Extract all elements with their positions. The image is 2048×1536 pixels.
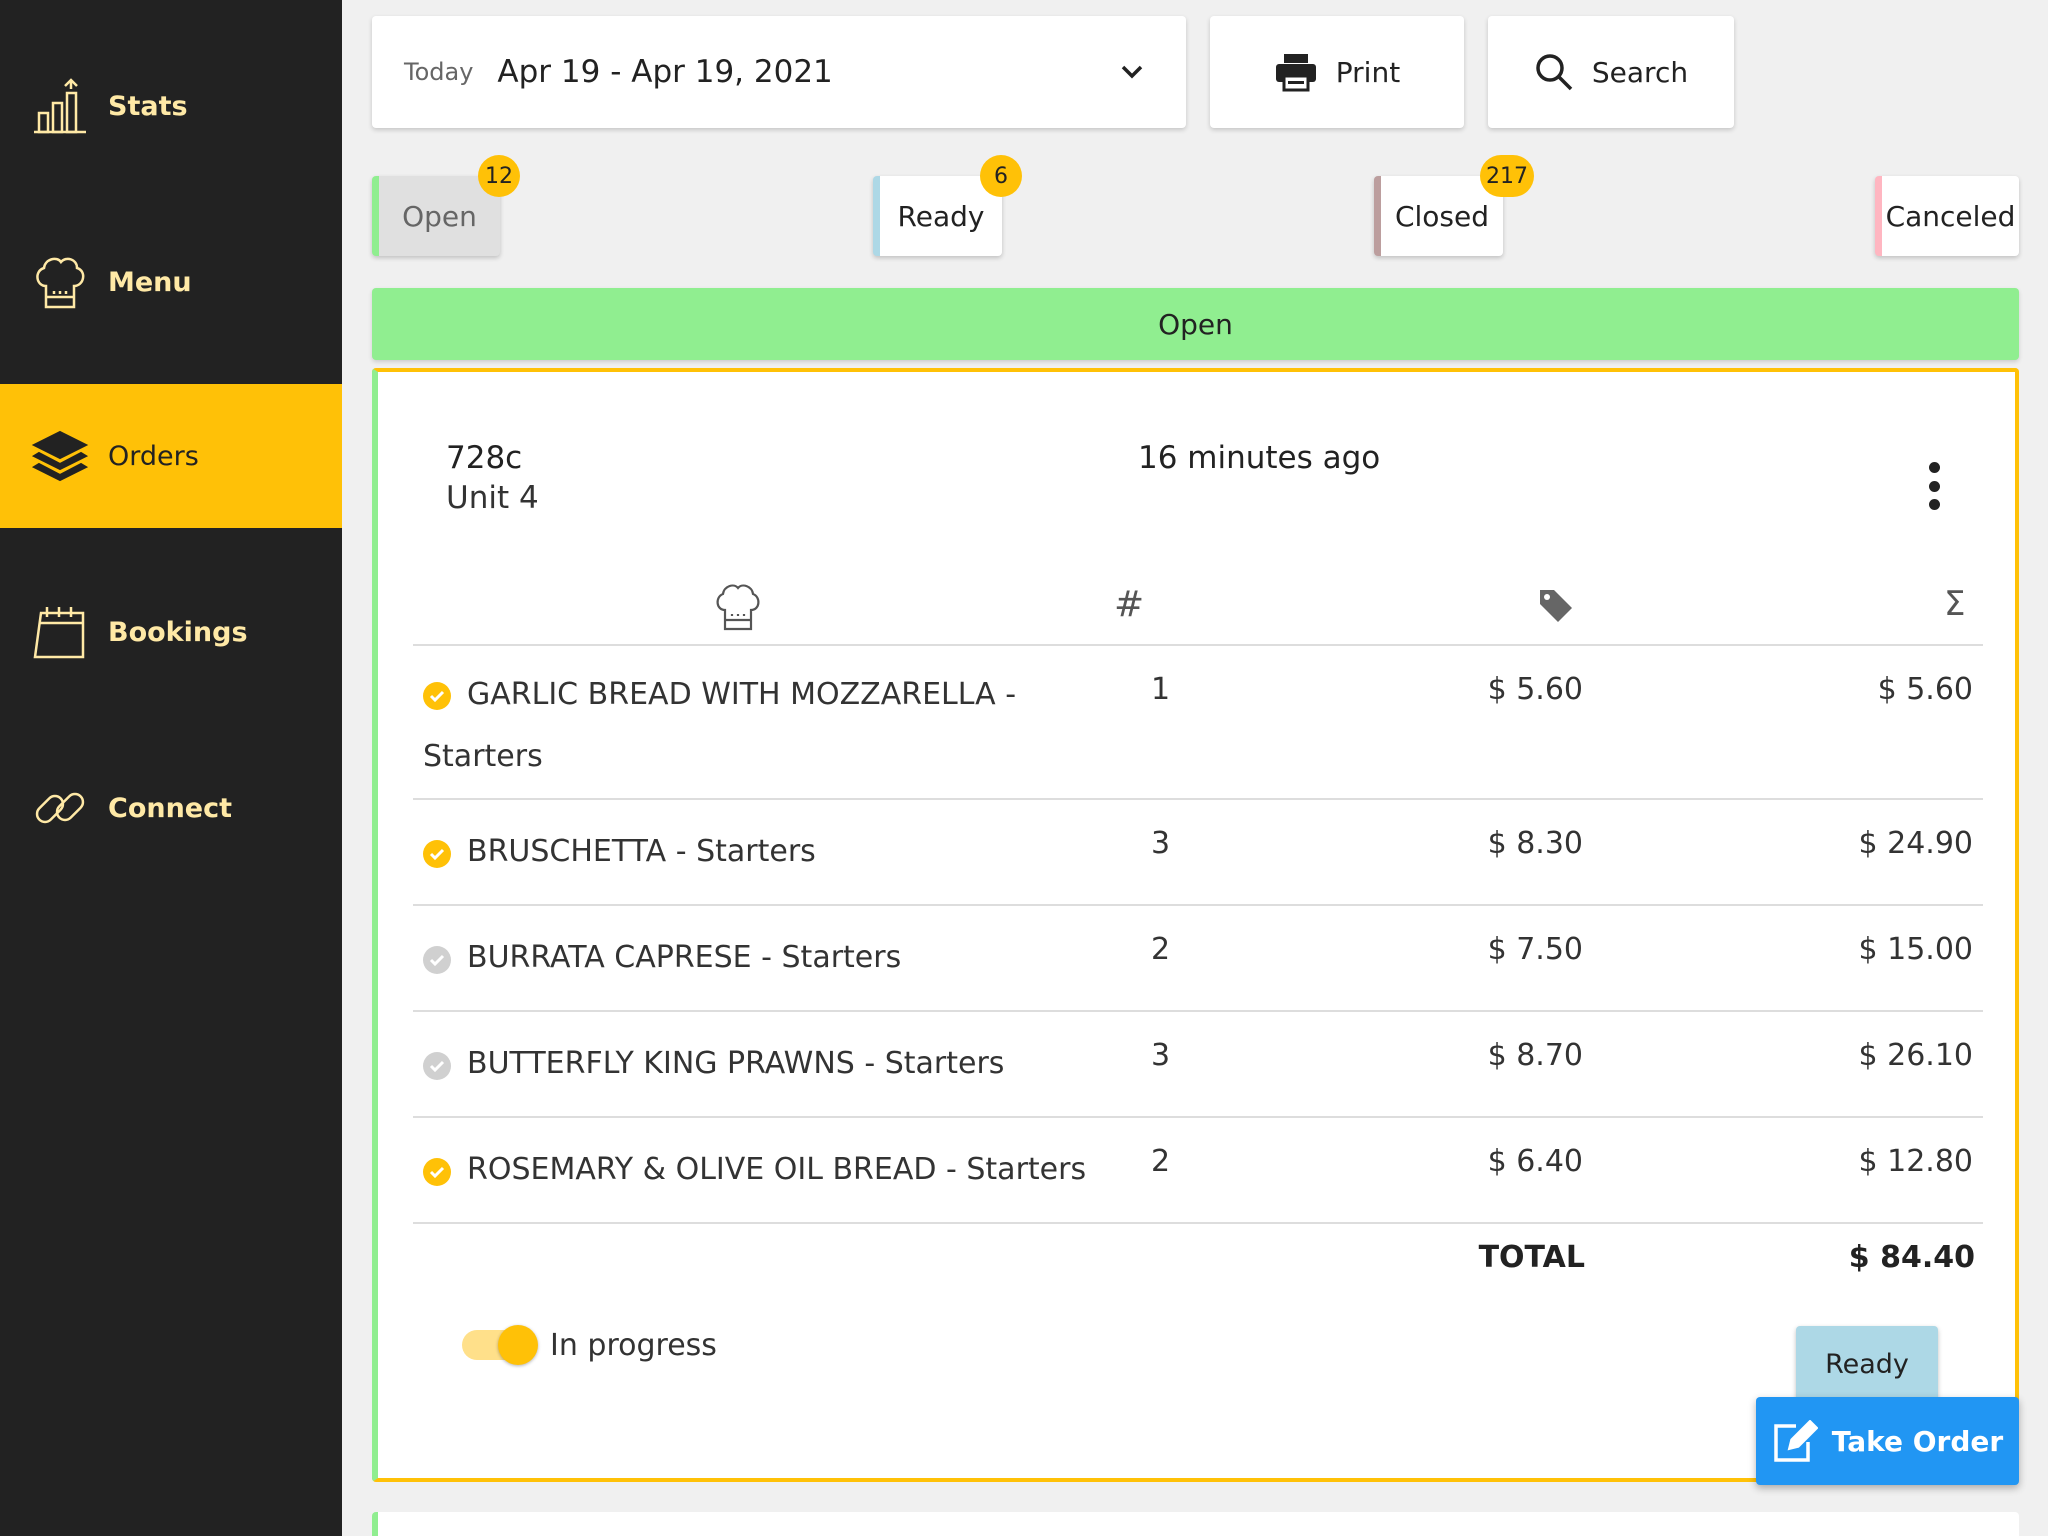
search-button[interactable]: Search (1488, 16, 1734, 128)
item-price: $ 8.70 (1487, 1038, 1583, 1073)
item-price: $ 6.40 (1487, 1144, 1583, 1179)
section-header-open: Open (372, 288, 2019, 360)
sidebar-item-label: Orders (108, 440, 199, 472)
total-label: TOTAL (1478, 1240, 1585, 1275)
chef-hat-icon (30, 252, 90, 312)
chef-hat-icon (712, 580, 764, 632)
sum-column-header: Σ (1944, 584, 1966, 624)
item-qty: 1 (1151, 672, 1171, 707)
tab-canceled[interactable]: Canceled (1875, 176, 2019, 256)
item-qty: 3 (1151, 1038, 1171, 1073)
item-sum: $ 5.60 (1877, 672, 1973, 707)
sidebar-item-label: Menu (108, 266, 192, 298)
table-row: GARLIC BREAD WITH MOZZARELLA - Starters … (413, 646, 1983, 800)
print-button[interactable]: Print (1210, 16, 1464, 128)
more-options-icon[interactable] (1918, 462, 1950, 510)
edit-icon (1772, 1420, 1818, 1462)
table-row: ROSEMARY & OLIVE OIL BREAD - Starters 2 … (413, 1118, 1983, 1224)
sidebar-item-label: Stats (108, 90, 188, 122)
check-icon[interactable] (423, 1158, 451, 1186)
take-order-button[interactable]: Take Order (1756, 1397, 2019, 1485)
chart-icon (30, 76, 90, 136)
item-name: ROSEMARY & OLIVE OIL BREAD - Starters (467, 1152, 1087, 1187)
order-unit: Unit 4 (446, 480, 539, 516)
tab-label: Closed (1394, 199, 1490, 233)
item-name: BRUSCHETTA - Starters (467, 834, 816, 869)
tab-label: Ready (897, 199, 985, 233)
item-qty: 2 (1151, 932, 1171, 967)
qty-column-header: # (1114, 584, 1145, 625)
sidebar-item-menu[interactable]: Menu (0, 210, 342, 354)
price-tag-icon (1538, 588, 1574, 624)
total-value: $ 84.40 (1848, 1240, 1975, 1275)
tab-label: Open (402, 199, 477, 233)
search-icon (1534, 52, 1574, 92)
item-price: $ 7.50 (1487, 932, 1583, 967)
date-range-picker[interactable]: Today Apr 19 - Apr 19, 2021 (372, 16, 1186, 128)
item-sum: $ 24.90 (1858, 826, 1973, 861)
open-count-badge: 12 (478, 155, 520, 197)
tab-label: Canceled (1885, 199, 2016, 233)
toggle-label: In progress (550, 1328, 717, 1363)
take-order-label: Take Order (1831, 1424, 2004, 1458)
sidebar-item-orders[interactable]: Orders (0, 384, 342, 528)
order-id: 728c (446, 440, 523, 476)
table-row: BURRATA CAPRESE - Starters 2 $ 7.50 $ 15… (413, 906, 1983, 1012)
sidebar-item-connect[interactable]: Connect (0, 736, 342, 880)
search-label: Search (1591, 55, 1689, 89)
sidebar: Stats Menu Orders Bookings Connect (0, 0, 342, 1536)
check-icon[interactable] (423, 1052, 451, 1080)
check-icon[interactable] (423, 840, 451, 868)
item-name: BUTTERFLY KING PRAWNS - Starters (467, 1046, 1005, 1081)
closed-count-badge: 217 (1480, 155, 1534, 197)
item-price: $ 8.30 (1487, 826, 1583, 861)
in-progress-toggle[interactable] (462, 1325, 538, 1365)
item-qty: 3 (1151, 826, 1171, 861)
sidebar-item-label: Bookings (108, 616, 248, 648)
item-qty: 2 (1151, 1144, 1171, 1179)
sidebar-item-stats[interactable]: Stats (0, 34, 342, 178)
ready-count-badge: 6 (980, 155, 1022, 197)
item-sum: $ 12.80 (1858, 1144, 1973, 1179)
table-row: BUTTERFLY KING PRAWNS - Starters 3 $ 8.7… (413, 1012, 1983, 1118)
item-sum: $ 26.10 (1858, 1038, 1973, 1073)
next-order-card (372, 1512, 2019, 1536)
order-time: 16 minutes ago (1138, 440, 1381, 476)
date-range-value: Apr 19 - Apr 19, 2021 (497, 54, 833, 90)
printer-icon (1274, 52, 1318, 92)
item-name: BURRATA CAPRESE - Starters (467, 940, 902, 975)
item-name: GARLIC BREAD WITH MOZZARELLA - Starters (423, 677, 1017, 774)
table-row: BRUSCHETTA - Starters 3 $ 8.30 $ 24.90 (413, 800, 1983, 906)
tab-ready[interactable]: Ready (873, 176, 1002, 256)
link-icon (30, 778, 90, 838)
mark-ready-button[interactable]: Ready (1796, 1326, 1938, 1402)
item-sum: $ 15.00 (1858, 932, 1973, 967)
sidebar-item-label: Connect (108, 792, 233, 824)
check-icon[interactable] (423, 946, 451, 974)
chevron-down-icon[interactable] (1118, 58, 1146, 90)
order-card: 728c Unit 4 16 minutes ago # Σ GARLIC BR… (372, 368, 2019, 1482)
sidebar-item-bookings[interactable]: Bookings (0, 560, 342, 704)
item-price: $ 5.60 (1487, 672, 1583, 707)
print-label: Print (1335, 55, 1401, 89)
layers-icon (30, 426, 90, 486)
toggle-knob (498, 1325, 538, 1365)
date-prefix: Today (404, 58, 474, 86)
calendar-icon (30, 602, 90, 662)
